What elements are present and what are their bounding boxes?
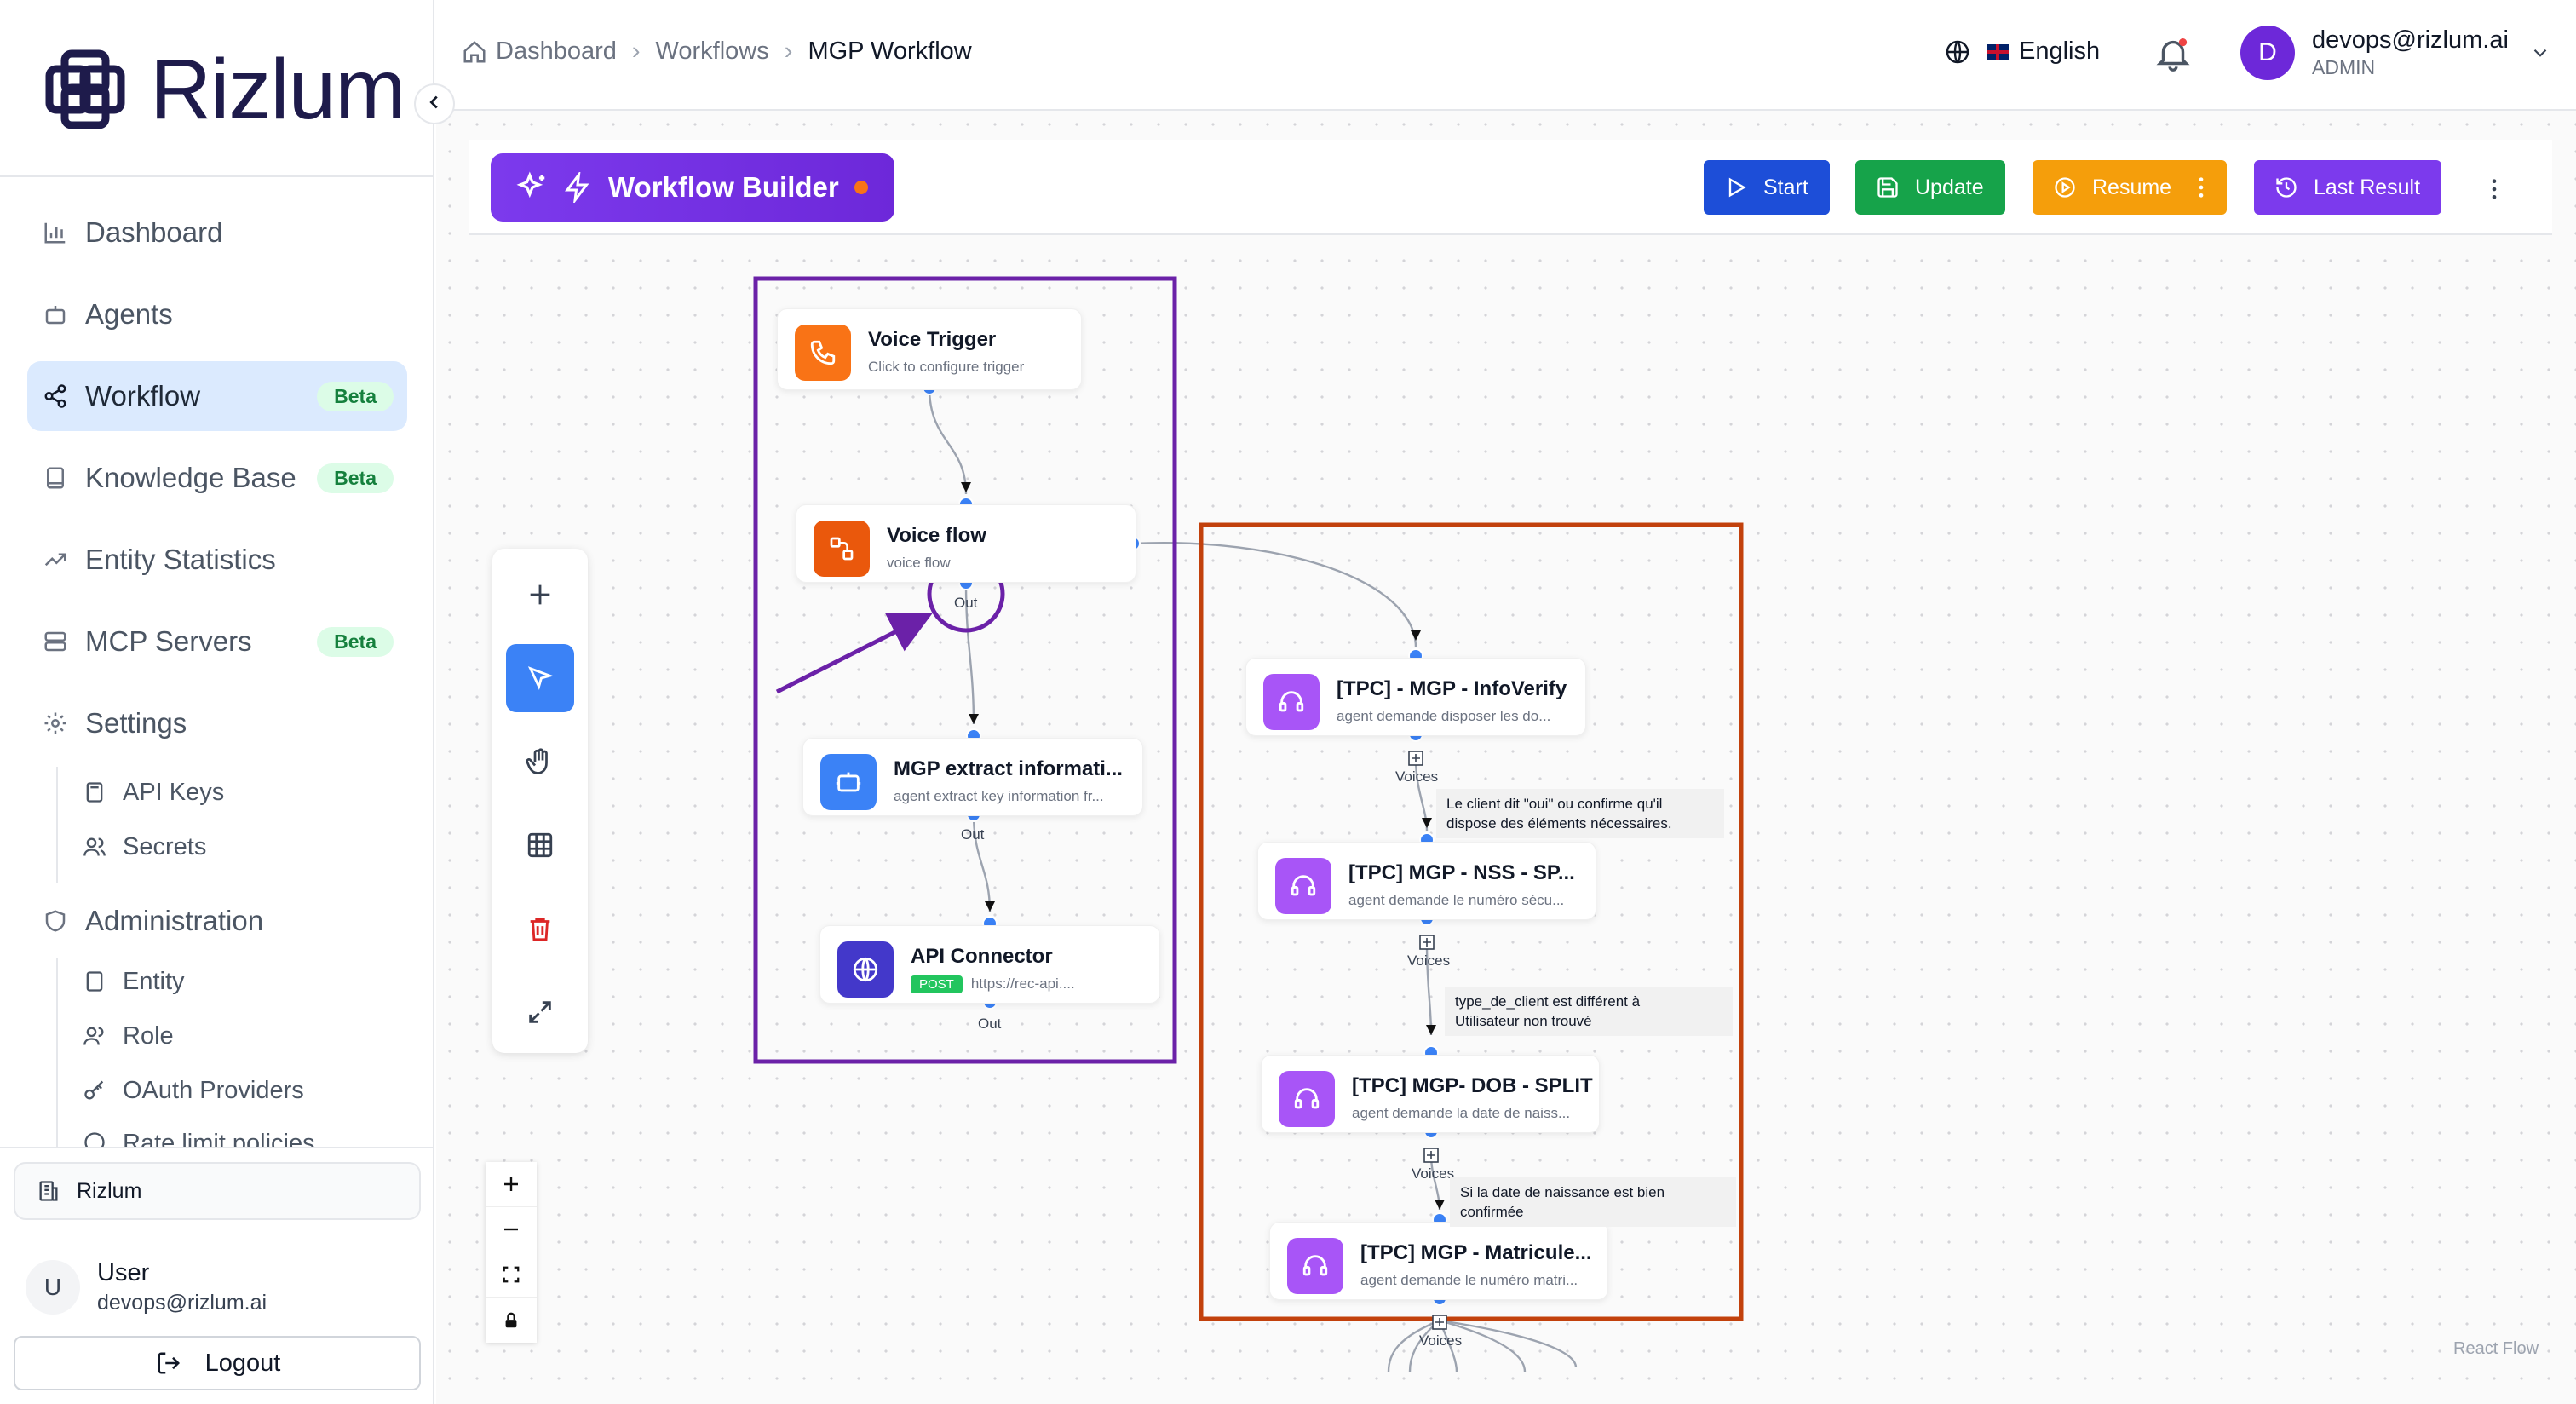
node-title: [TPC] - MGP - InfoVerify (1337, 677, 1567, 700)
node-title: MGP extract informati... (894, 757, 1123, 780)
headset-icon (1287, 1238, 1343, 1294)
edge-condition-line: dispose des éléments nécessaires. (1446, 815, 1672, 831)
handle-label: Voices (1412, 1165, 1455, 1182)
handle-label: Out (954, 595, 978, 611)
node-matricule[interactable]: [TPC] MGP - Matricule... agent demande l… (1269, 1222, 1608, 1300)
http-method-badge: POST (911, 975, 963, 993)
node-voice-flow[interactable]: Voice flow voice flow (796, 504, 1136, 583)
node-api-connector[interactable]: API Connector POST https://rec-api.... (819, 925, 1160, 1004)
edge[interactable] (928, 387, 968, 495)
edge-condition-line: type_de_client est différent à (1455, 993, 1641, 1010)
node-subtitle: agent demande le numéro matri... (1360, 1272, 1578, 1288)
headset-icon (1263, 674, 1320, 730)
node-subtitle: Click to configure trigger (868, 359, 1025, 375)
arrow-down-icon (1426, 1025, 1436, 1035)
node-title: [TPC] MGP - NSS - SP... (1348, 861, 1575, 884)
globe-icon (837, 941, 894, 998)
arrow-down-icon (985, 901, 995, 912)
node-subtitle: agent demande disposer les do... (1337, 708, 1551, 724)
phone-icon (795, 325, 851, 381)
arrow-down-icon (969, 714, 979, 724)
arrow-down-icon (1435, 1200, 1445, 1210)
node-subtitle: agent demande la date de naiss... (1352, 1105, 1571, 1121)
edge-condition-label[interactable]: Si la date de naissance est bien confirm… (1450, 1177, 1736, 1227)
handle-label: Voices (1407, 952, 1451, 969)
edge-condition-line: confirmée (1460, 1204, 1524, 1220)
node-info-verify[interactable]: [TPC] - MGP - InfoVerify agent demande d… (1245, 658, 1586, 736)
edge-condition-label[interactable]: type_de_client est différent à Utilisate… (1445, 987, 1733, 1036)
node-voice-trigger[interactable]: Voice Trigger Click to configure trigger (777, 308, 1082, 390)
collapse-sidebar-button[interactable] (414, 83, 455, 124)
node-title: API Connector (911, 945, 1053, 968)
bot-icon (820, 754, 877, 810)
node-mgp-extract[interactable]: MGP extract informati... agent extract k… (802, 738, 1143, 816)
arrow-down-icon (961, 482, 971, 492)
edge-condition-line: Si la date de naissance est bien (1460, 1184, 1665, 1200)
node-subtitle: agent extract key information fr... (894, 788, 1104, 804)
node-dob[interactable]: [TPC] MGP- DOB - SPLIT agent demande la … (1261, 1055, 1600, 1133)
chevron-left-icon (425, 93, 444, 116)
handle-label: Voices (1395, 768, 1439, 785)
flow-icon (814, 521, 870, 577)
node-title: Voice flow (887, 524, 986, 547)
arrow-down-icon (1422, 818, 1432, 828)
node-subtitle: agent demande le numéro sécu... (1348, 892, 1565, 908)
edge-condition-label[interactable]: Le client dit "oui" ou confirme qu'il di… (1436, 789, 1724, 838)
node-title: [TPC] MGP - Matricule... (1360, 1241, 1592, 1264)
node-subtitle: POST https://rec-api.... (911, 975, 1075, 993)
annotation-arrow (775, 613, 933, 694)
headset-icon (1275, 858, 1331, 914)
node-title: Voice Trigger (868, 328, 997, 351)
node-nss[interactable]: [TPC] MGP - NSS - SP... agent demande le… (1257, 842, 1596, 920)
node-subtitle: voice flow (887, 555, 951, 571)
api-url: https://rec-api.... (970, 975, 1075, 992)
edge-condition-line: Utilisateur non trouvé (1455, 1013, 1592, 1029)
handle-label: Out (978, 1016, 1002, 1032)
node-title: [TPC] MGP- DOB - SPLIT (1352, 1074, 1593, 1097)
handle-label: Out (961, 826, 985, 843)
handle-label: Voices (1419, 1332, 1463, 1349)
edge-condition-line: Le client dit "oui" ou confirme qu'il (1446, 796, 1663, 812)
headset-icon (1279, 1071, 1335, 1127)
arrow-down-icon (1411, 630, 1421, 641)
